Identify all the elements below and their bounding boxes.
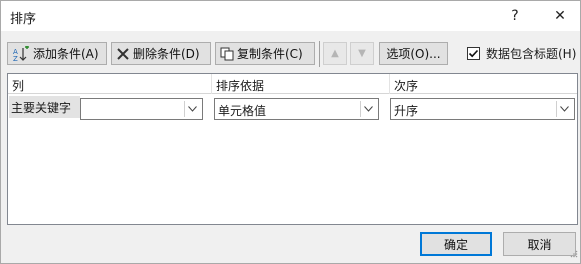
ok-button[interactable]: 确定 [420,232,492,256]
close-button[interactable]: ✕ [540,1,580,31]
chevron-down-icon [184,101,200,117]
toolbar-separator [319,41,320,67]
resize-grip-icon[interactable] [570,247,578,261]
grid-header: 列 排序依据 次序 [8,74,577,94]
dialog-title: 排序 [10,12,37,27]
order-header: 次序 [394,79,419,93]
header-checkbox-group[interactable]: 数据包含标题(H) [467,45,576,62]
header-checkbox[interactable] [467,47,480,60]
options-label: 选项(O)... [386,47,441,61]
move-down-icon: ▼ [358,48,366,59]
chevron-down-icon [360,101,376,117]
copy-level-label: 复制条件(C) [237,47,303,61]
checkmark-icon [468,49,479,58]
order-select-value: 升序 [394,104,419,118]
cancel-label: 取消 [527,237,552,252]
chevron-down-icon [556,101,572,117]
sort-levels-grid: 列 排序依据 次序 主要关键字 单元格值 升序 [7,73,578,225]
svg-text:Z: Z [13,55,18,62]
copy-level-button[interactable]: 复制条件(C) [215,42,315,65]
header-divider [211,74,212,94]
header-checkbox-label: 数据包含标题(H) [486,47,577,61]
move-up-icon: ▲ [331,48,339,59]
delete-level-button[interactable]: 删除条件(D) [111,42,211,65]
delete-level-label: 删除条件(D) [133,47,200,61]
column-header: 列 [12,79,25,93]
copy-icon [220,47,234,61]
title-bar: 排序 ? ✕ [1,1,580,31]
add-level-icon: A Z [12,45,30,62]
sort-on-select-value: 单元格值 [218,104,267,118]
move-up-button[interactable]: ▲ [323,42,347,65]
sort-dialog: 排序 ? ✕ A Z 添加条件(A) 删除条件(D) 复制条件(C) ▲ ▼ 选… [0,0,581,264]
ok-label: 确定 [443,237,468,252]
sort-on-select[interactable]: 单元格值 [214,98,379,120]
sort-on-header: 排序依据 [216,79,265,93]
header-divider [389,74,390,94]
add-level-label: 添加条件(A) [33,47,99,61]
add-level-button[interactable]: A Z 添加条件(A) [7,42,107,65]
sort-level-label: 主要关键字 [9,96,80,118]
options-button[interactable]: 选项(O)... [379,42,448,65]
delete-icon [116,47,130,61]
cancel-button[interactable]: 取消 [503,232,576,256]
order-select[interactable]: 升序 [390,98,575,120]
move-down-button[interactable]: ▼ [350,42,374,65]
help-button[interactable]: ? [495,1,535,31]
column-select[interactable] [80,98,203,120]
